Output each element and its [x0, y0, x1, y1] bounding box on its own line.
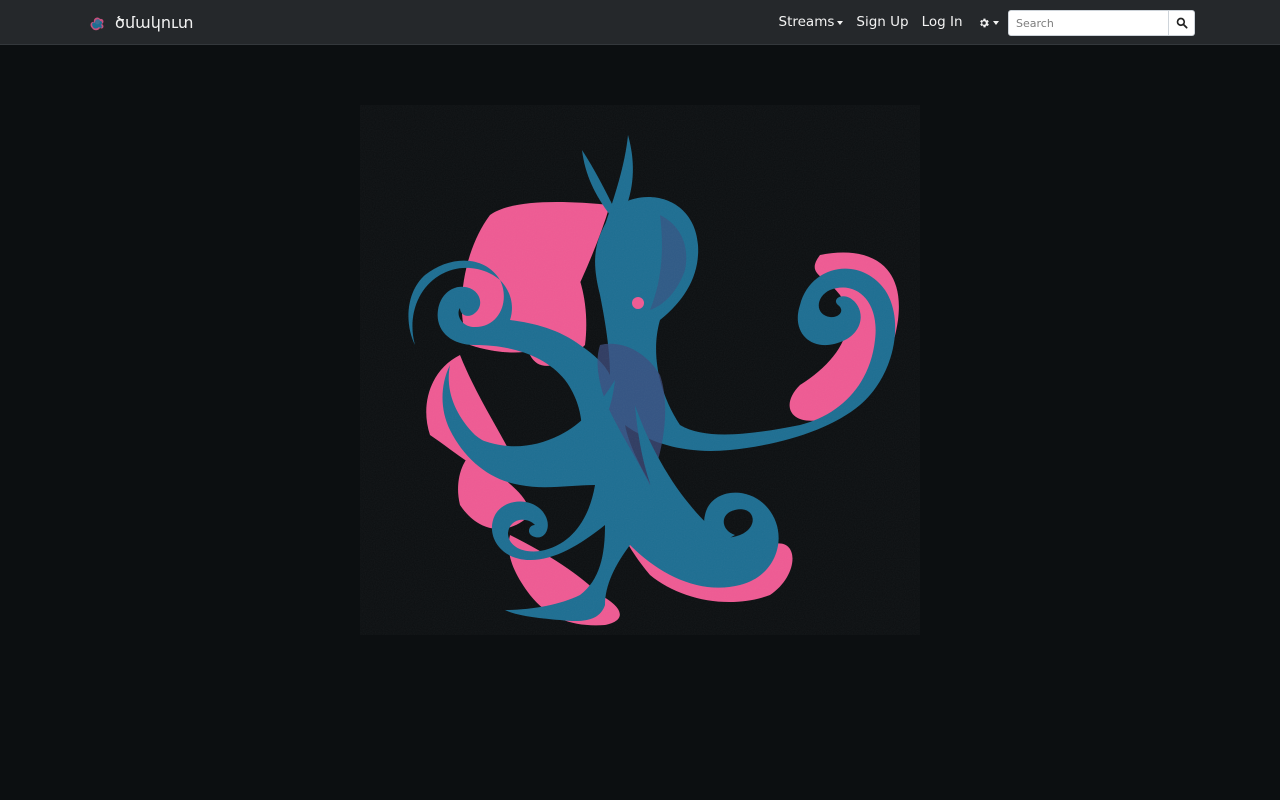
brand-name: ծմակուտ — [115, 13, 194, 32]
brand-link[interactable]: ծմակուտ — [86, 12, 194, 34]
log-in-link[interactable]: Log In — [915, 0, 969, 45]
streams-label: Streams — [778, 14, 835, 30]
sign-up-link[interactable]: Sign Up — [850, 0, 915, 45]
settings-dropdown[interactable] — [969, 17, 1003, 29]
octopus-logo-icon — [87, 13, 107, 33]
nav-links: Streams Sign Up Log In — [772, 0, 1003, 45]
chevron-down-icon — [837, 20, 844, 25]
chevron-down-icon — [993, 20, 1000, 25]
gear-icon — [980, 18, 989, 27]
octopus-illustration — [360, 105, 920, 635]
search-icon — [1176, 17, 1188, 29]
search-button[interactable] — [1169, 10, 1195, 36]
top-navbar: ծմակուտ Streams Sign Up Log In — [0, 0, 1280, 45]
search-form — [1008, 10, 1195, 36]
streams-dropdown[interactable]: Streams — [772, 0, 850, 45]
search-input[interactable] — [1008, 10, 1169, 36]
